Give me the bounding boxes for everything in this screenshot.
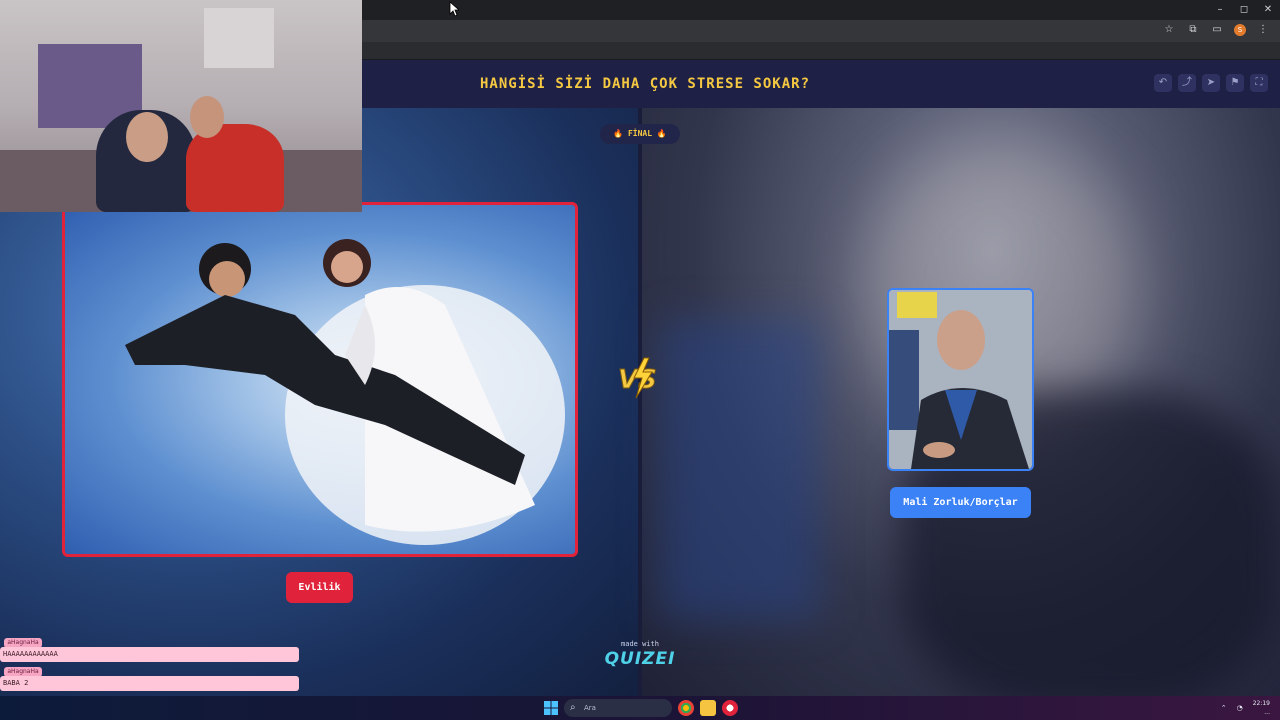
toolbar-icons: ☆ ⧉ ▭ S ⋮ xyxy=(1162,23,1270,37)
search-icon: ⌕ xyxy=(570,702,576,713)
wall-shelf xyxy=(204,8,274,68)
quizei-logo[interactable]: QUIZEI xyxy=(600,649,680,669)
maximize-button[interactable]: ◻ xyxy=(1236,2,1252,18)
minimize-button[interactable]: – xyxy=(1212,2,1228,18)
streamer-right-face xyxy=(190,96,224,138)
windows-start-icon[interactable] xyxy=(544,701,558,715)
network-icon[interactable]: ◔ xyxy=(1237,704,1243,712)
os-taskbar: ⌕ Ara ⌃ ◔ 22:19 ... xyxy=(0,696,1280,720)
made-with-text: made with xyxy=(621,640,659,648)
flag-icon[interactable]: ⚑ xyxy=(1226,74,1244,92)
option-left-label[interactable]: Evlilik xyxy=(286,572,353,603)
center-divider xyxy=(638,108,642,696)
system-tray: ⌃ ◔ 22:19 ... xyxy=(1221,696,1270,720)
header-actions: ↶ ⤴ ➤ ⚑ ⛶ xyxy=(1154,74,1268,92)
option-left-image[interactable] xyxy=(62,202,578,557)
clock-date: ... xyxy=(1264,709,1270,716)
clock[interactable]: 22:19 ... xyxy=(1253,699,1270,717)
option-right-label[interactable]: Mali Zorluk/Borçlar xyxy=(890,487,1031,518)
profile-icon[interactable]: S xyxy=(1234,24,1246,36)
menu-icon[interactable]: ⋮ xyxy=(1256,23,1270,37)
clock-time: 22:19 xyxy=(1252,700,1270,707)
taskbar-search[interactable]: ⌕ Ara xyxy=(564,699,672,717)
chat-message: BABA 2 xyxy=(0,676,299,691)
vs-emblem: VS xyxy=(618,357,657,399)
chevron-up-icon[interactable]: ⌃ xyxy=(1221,704,1227,712)
question-title: HANGİSİ SİZİ DAHA ÇOK STRESE SOKAR? xyxy=(480,76,811,92)
undo-icon[interactable]: ↶ xyxy=(1154,74,1172,92)
cast-icon[interactable]: ▭ xyxy=(1210,23,1224,37)
webcam-overlay xyxy=(0,0,362,212)
close-button[interactable]: ✕ xyxy=(1260,2,1276,18)
wedding-photo xyxy=(125,239,565,545)
app-icon[interactable] xyxy=(722,700,738,716)
window-controls: – ◻ ✕ xyxy=(1212,0,1276,20)
fullscreen-icon[interactable]: ⛶ xyxy=(1250,74,1268,92)
chat-message: HAAAAAAAAAAAA xyxy=(0,647,299,662)
screen: – ◻ ✕ ☆ ⧉ ▭ S ⋮ HANGİSİ SİZİ DAHA ÇOK ST… xyxy=(0,0,1280,720)
streamer-left-face xyxy=(126,112,168,162)
send-icon[interactable]: ➤ xyxy=(1202,74,1220,92)
star-icon[interactable]: ☆ xyxy=(1162,23,1176,37)
svg-text:VS: VS xyxy=(618,365,657,395)
option-right-image[interactable] xyxy=(887,288,1034,471)
share-icon[interactable]: ⤴ xyxy=(1178,74,1196,92)
streamer-right-body xyxy=(186,124,284,212)
search-placeholder: Ara xyxy=(584,704,596,712)
chrome-icon[interactable] xyxy=(678,700,694,716)
mouse-cursor-icon xyxy=(449,1,459,17)
extensions-icon[interactable]: ⧉ xyxy=(1186,23,1200,37)
old-man-photo xyxy=(889,290,1032,469)
round-badge: 🔥 FİNAL 🔥 xyxy=(600,124,680,144)
file-explorer-icon[interactable] xyxy=(700,700,716,716)
